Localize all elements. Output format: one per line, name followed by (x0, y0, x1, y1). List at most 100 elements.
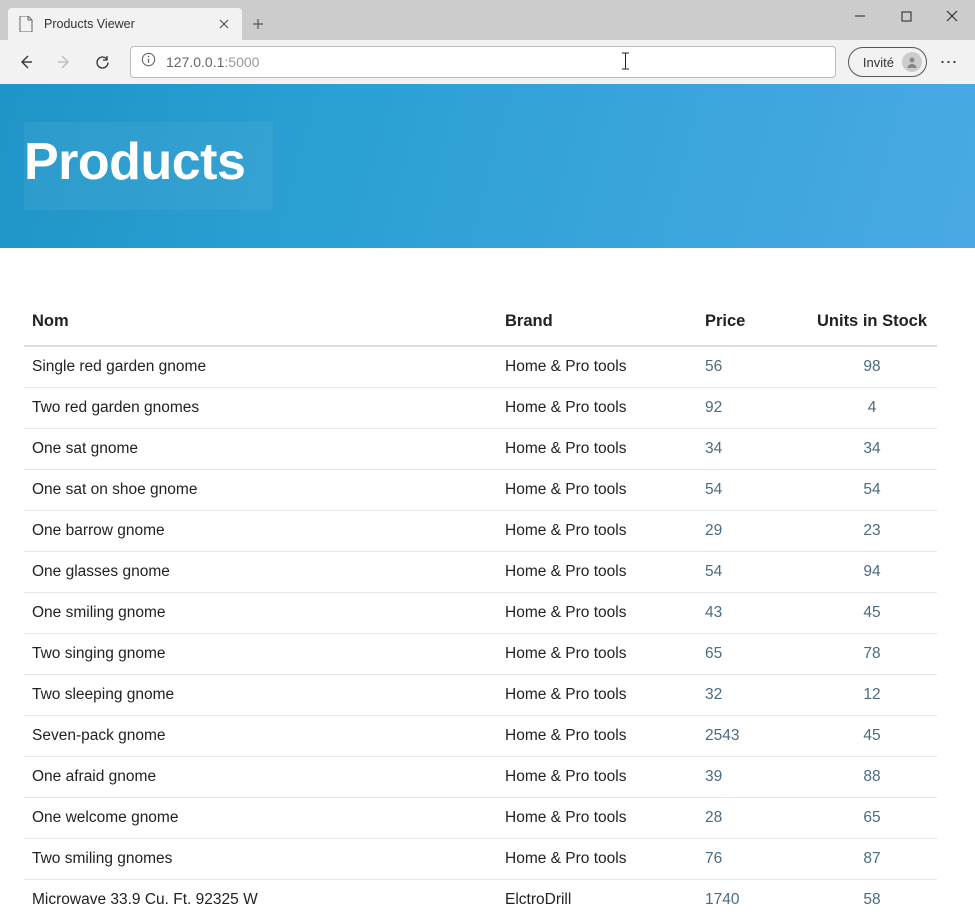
content: Nom Brand Price Units in Stock Single re… (0, 248, 975, 917)
cell-brand: Home & Pro tools (497, 511, 697, 552)
col-name: Nom (24, 302, 497, 346)
cell-stock: 45 (807, 716, 937, 757)
info-icon[interactable] (141, 52, 156, 72)
table-header-row: Nom Brand Price Units in Stock (24, 302, 937, 346)
cell-name: One barrow gnome (24, 511, 497, 552)
title-bar: Products Viewer (0, 0, 975, 40)
cell-stock: 54 (807, 470, 937, 511)
cell-brand: Home & Pro tools (497, 757, 697, 798)
cell-stock: 78 (807, 634, 937, 675)
cell-brand: Home & Pro tools (497, 346, 697, 388)
cell-brand: Home & Pro tools (497, 388, 697, 429)
products-table: Nom Brand Price Units in Stock Single re… (24, 302, 937, 917)
cell-name: Microwave 33.9 Cu. Ft. 92325 W (24, 880, 497, 917)
cell-price: 2543 (697, 716, 807, 757)
cell-brand: Home & Pro tools (497, 798, 697, 839)
profile-button[interactable]: Invité (848, 47, 927, 77)
cell-stock: 98 (807, 346, 937, 388)
cell-price: 54 (697, 470, 807, 511)
cell-name: One glasses gnome (24, 552, 497, 593)
cell-name: Two smiling gnomes (24, 839, 497, 880)
cell-stock: 58 (807, 880, 937, 917)
col-brand: Brand (497, 302, 697, 346)
cell-brand: ElctroDrill (497, 880, 697, 917)
cell-brand: Home & Pro tools (497, 429, 697, 470)
cell-name: One sat on shoe gnome (24, 470, 497, 511)
cell-stock: 87 (807, 839, 937, 880)
cell-name: Two singing gnome (24, 634, 497, 675)
cell-stock: 4 (807, 388, 937, 429)
back-button[interactable] (10, 46, 42, 78)
close-window-button[interactable] (929, 0, 975, 32)
table-row: Two sleeping gnomeHome & Pro tools3212 (24, 675, 937, 716)
table-row: Seven-pack gnomeHome & Pro tools254345 (24, 716, 937, 757)
table-row: Two smiling gnomesHome & Pro tools7687 (24, 839, 937, 880)
cell-name: One afraid gnome (24, 757, 497, 798)
cell-stock: 12 (807, 675, 937, 716)
browser-tab[interactable]: Products Viewer (8, 8, 242, 40)
col-price: Price (697, 302, 807, 346)
new-tab-button[interactable] (242, 8, 274, 40)
close-tab-button[interactable] (216, 16, 232, 32)
cell-price: 92 (697, 388, 807, 429)
cell-stock: 45 (807, 593, 937, 634)
cell-price: 76 (697, 839, 807, 880)
window-controls (837, 0, 975, 32)
tab-title: Products Viewer (44, 17, 206, 31)
cell-stock: 88 (807, 757, 937, 798)
table-row: One welcome gnomeHome & Pro tools2865 (24, 798, 937, 839)
cell-price: 1740 (697, 880, 807, 917)
cell-price: 28 (697, 798, 807, 839)
cell-price: 34 (697, 429, 807, 470)
address-text: 127.0.0.1:5000 (166, 54, 259, 70)
cell-price: 32 (697, 675, 807, 716)
cell-brand: Home & Pro tools (497, 552, 697, 593)
cell-name: Two sleeping gnome (24, 675, 497, 716)
address-bar[interactable]: 127.0.0.1:5000 (130, 46, 836, 78)
cell-brand: Home & Pro tools (497, 634, 697, 675)
more-button[interactable]: ⋯ (933, 46, 965, 78)
table-row: One barrow gnomeHome & Pro tools2923 (24, 511, 937, 552)
table-row: One sat on shoe gnomeHome & Pro tools545… (24, 470, 937, 511)
table-row: Two singing gnomeHome & Pro tools6578 (24, 634, 937, 675)
cell-stock: 65 (807, 798, 937, 839)
browser-chrome: Products Viewer (0, 0, 975, 84)
cell-price: 56 (697, 346, 807, 388)
cell-price: 39 (697, 757, 807, 798)
table-row: Single red garden gnomeHome & Pro tools5… (24, 346, 937, 388)
col-stock: Units in Stock (807, 302, 937, 346)
cell-brand: Home & Pro tools (497, 716, 697, 757)
hero: Products (0, 84, 975, 248)
avatar-icon (902, 52, 922, 72)
text-cursor-icon (621, 51, 622, 71)
table-row: One smiling gnomeHome & Pro tools4345 (24, 593, 937, 634)
page-viewport[interactable]: Products Nom Brand Price Units in Stock … (0, 84, 975, 917)
table-row: One afraid gnomeHome & Pro tools3988 (24, 757, 937, 798)
table-row: One glasses gnomeHome & Pro tools5494 (24, 552, 937, 593)
cell-brand: Home & Pro tools (497, 593, 697, 634)
cell-stock: 34 (807, 429, 937, 470)
toolbar: 127.0.0.1:5000 Invité ⋯ (0, 40, 975, 84)
maximize-button[interactable] (883, 0, 929, 32)
minimize-button[interactable] (837, 0, 883, 32)
cell-brand: Home & Pro tools (497, 675, 697, 716)
cell-name: Two red garden gnomes (24, 388, 497, 429)
cell-price: 65 (697, 634, 807, 675)
page-icon (18, 16, 34, 32)
table-row: One sat gnomeHome & Pro tools3434 (24, 429, 937, 470)
cell-brand: Home & Pro tools (497, 839, 697, 880)
cell-price: 54 (697, 552, 807, 593)
profile-label: Invité (863, 55, 894, 70)
cell-stock: 23 (807, 511, 937, 552)
refresh-button[interactable] (86, 46, 118, 78)
cell-price: 43 (697, 593, 807, 634)
cell-brand: Home & Pro tools (497, 470, 697, 511)
cell-name: One smiling gnome (24, 593, 497, 634)
cell-stock: 94 (807, 552, 937, 593)
table-row: Two red garden gnomesHome & Pro tools924 (24, 388, 937, 429)
cell-name: One welcome gnome (24, 798, 497, 839)
cell-name: Seven-pack gnome (24, 716, 497, 757)
table-row: Microwave 33.9 Cu. Ft. 92325 WElctroDril… (24, 880, 937, 917)
cell-name: One sat gnome (24, 429, 497, 470)
forward-button[interactable] (48, 46, 80, 78)
